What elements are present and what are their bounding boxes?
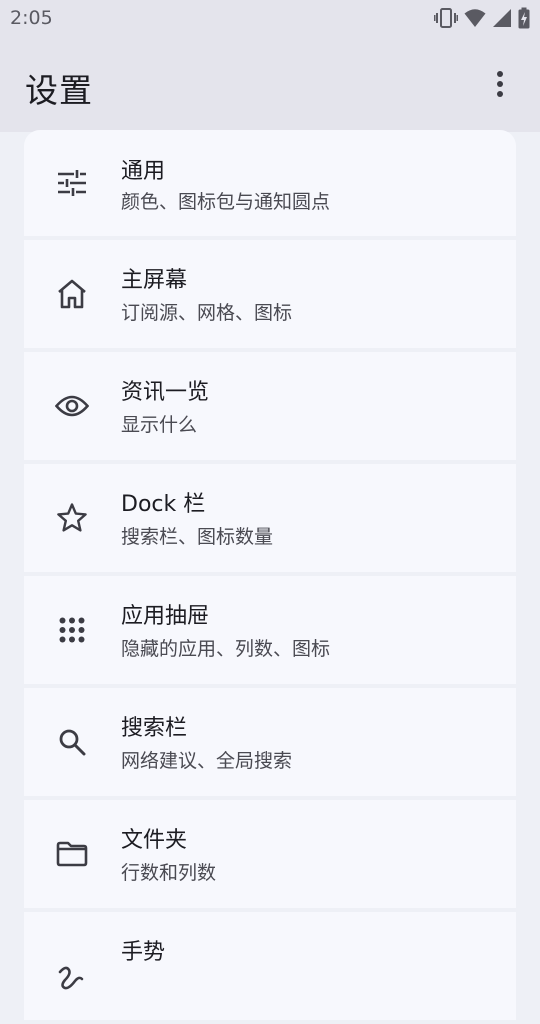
- search-icon: [55, 725, 89, 759]
- settings-item-home-screen[interactable]: 主屏幕 订阅源、网格、图标: [24, 240, 516, 348]
- battery-charging-icon: [518, 7, 530, 29]
- page-title: 设置: [25, 71, 93, 110]
- home-icon: [55, 277, 89, 311]
- settings-item-subtitle: 颜色、图标包与通知圆点: [121, 191, 331, 213]
- more-options-button[interactable]: [482, 66, 518, 102]
- gesture-icon: [55, 962, 89, 996]
- settings-item-title: 应用抽屉: [121, 604, 210, 629]
- settings-item-title: 资讯一览: [121, 380, 210, 405]
- settings-item-search-bar[interactable]: 搜索栏 网络建议、全局搜索: [24, 688, 516, 796]
- settings-item-gestures[interactable]: 手势: [24, 912, 516, 1020]
- settings-item-title: 文件夹: [121, 828, 188, 853]
- settings-item-app-drawer[interactable]: 应用抽屉 隐藏的应用、列数、图标: [24, 576, 516, 684]
- settings-item-subtitle: 搜索栏、图标数量: [121, 526, 274, 548]
- eye-icon: [55, 389, 89, 423]
- settings-item-general[interactable]: 通用 颜色、图标包与通知圆点: [24, 130, 516, 236]
- status-bar: 2:05: [0, 0, 540, 36]
- settings-item-feed[interactable]: 资讯一览 显示什么: [24, 352, 516, 460]
- status-time: 2:05: [10, 7, 53, 29]
- settings-item-title: 手势: [121, 940, 166, 965]
- apps-grid-icon: [55, 613, 89, 647]
- settings-item-subtitle: 行数和列数: [121, 862, 217, 884]
- settings-list: 通用 颜色、图标包与通知圆点 主屏幕 订阅源、网格、图标 资讯一览 显示什么 D…: [24, 130, 516, 1024]
- settings-item-subtitle: 隐藏的应用、列数、图标: [121, 638, 331, 660]
- vibrate-icon: [434, 7, 458, 29]
- settings-item-subtitle: 网络建议、全局搜索: [121, 750, 293, 772]
- wifi-icon: [464, 8, 486, 28]
- settings-item-subtitle: 订阅源、网格、图标: [121, 302, 293, 324]
- settings-item-title: 搜索栏: [121, 716, 188, 741]
- status-icons: [434, 6, 530, 30]
- settings-item-title: Dock 栏: [121, 492, 206, 517]
- settings-item-title: 通用: [121, 159, 166, 184]
- app-bar: 设置: [0, 36, 540, 132]
- folder-icon: [55, 837, 89, 871]
- settings-item-subtitle: 显示什么: [121, 414, 198, 436]
- settings-item-title: 主屏幕: [121, 268, 188, 293]
- settings-item-dock[interactable]: Dock 栏 搜索栏、图标数量: [24, 464, 516, 572]
- cell-signal-icon: [492, 8, 512, 28]
- more-vert-icon: [496, 70, 504, 98]
- settings-item-folders[interactable]: 文件夹 行数和列数: [24, 800, 516, 908]
- tune-icon: [55, 166, 89, 200]
- star-icon: [55, 501, 89, 535]
